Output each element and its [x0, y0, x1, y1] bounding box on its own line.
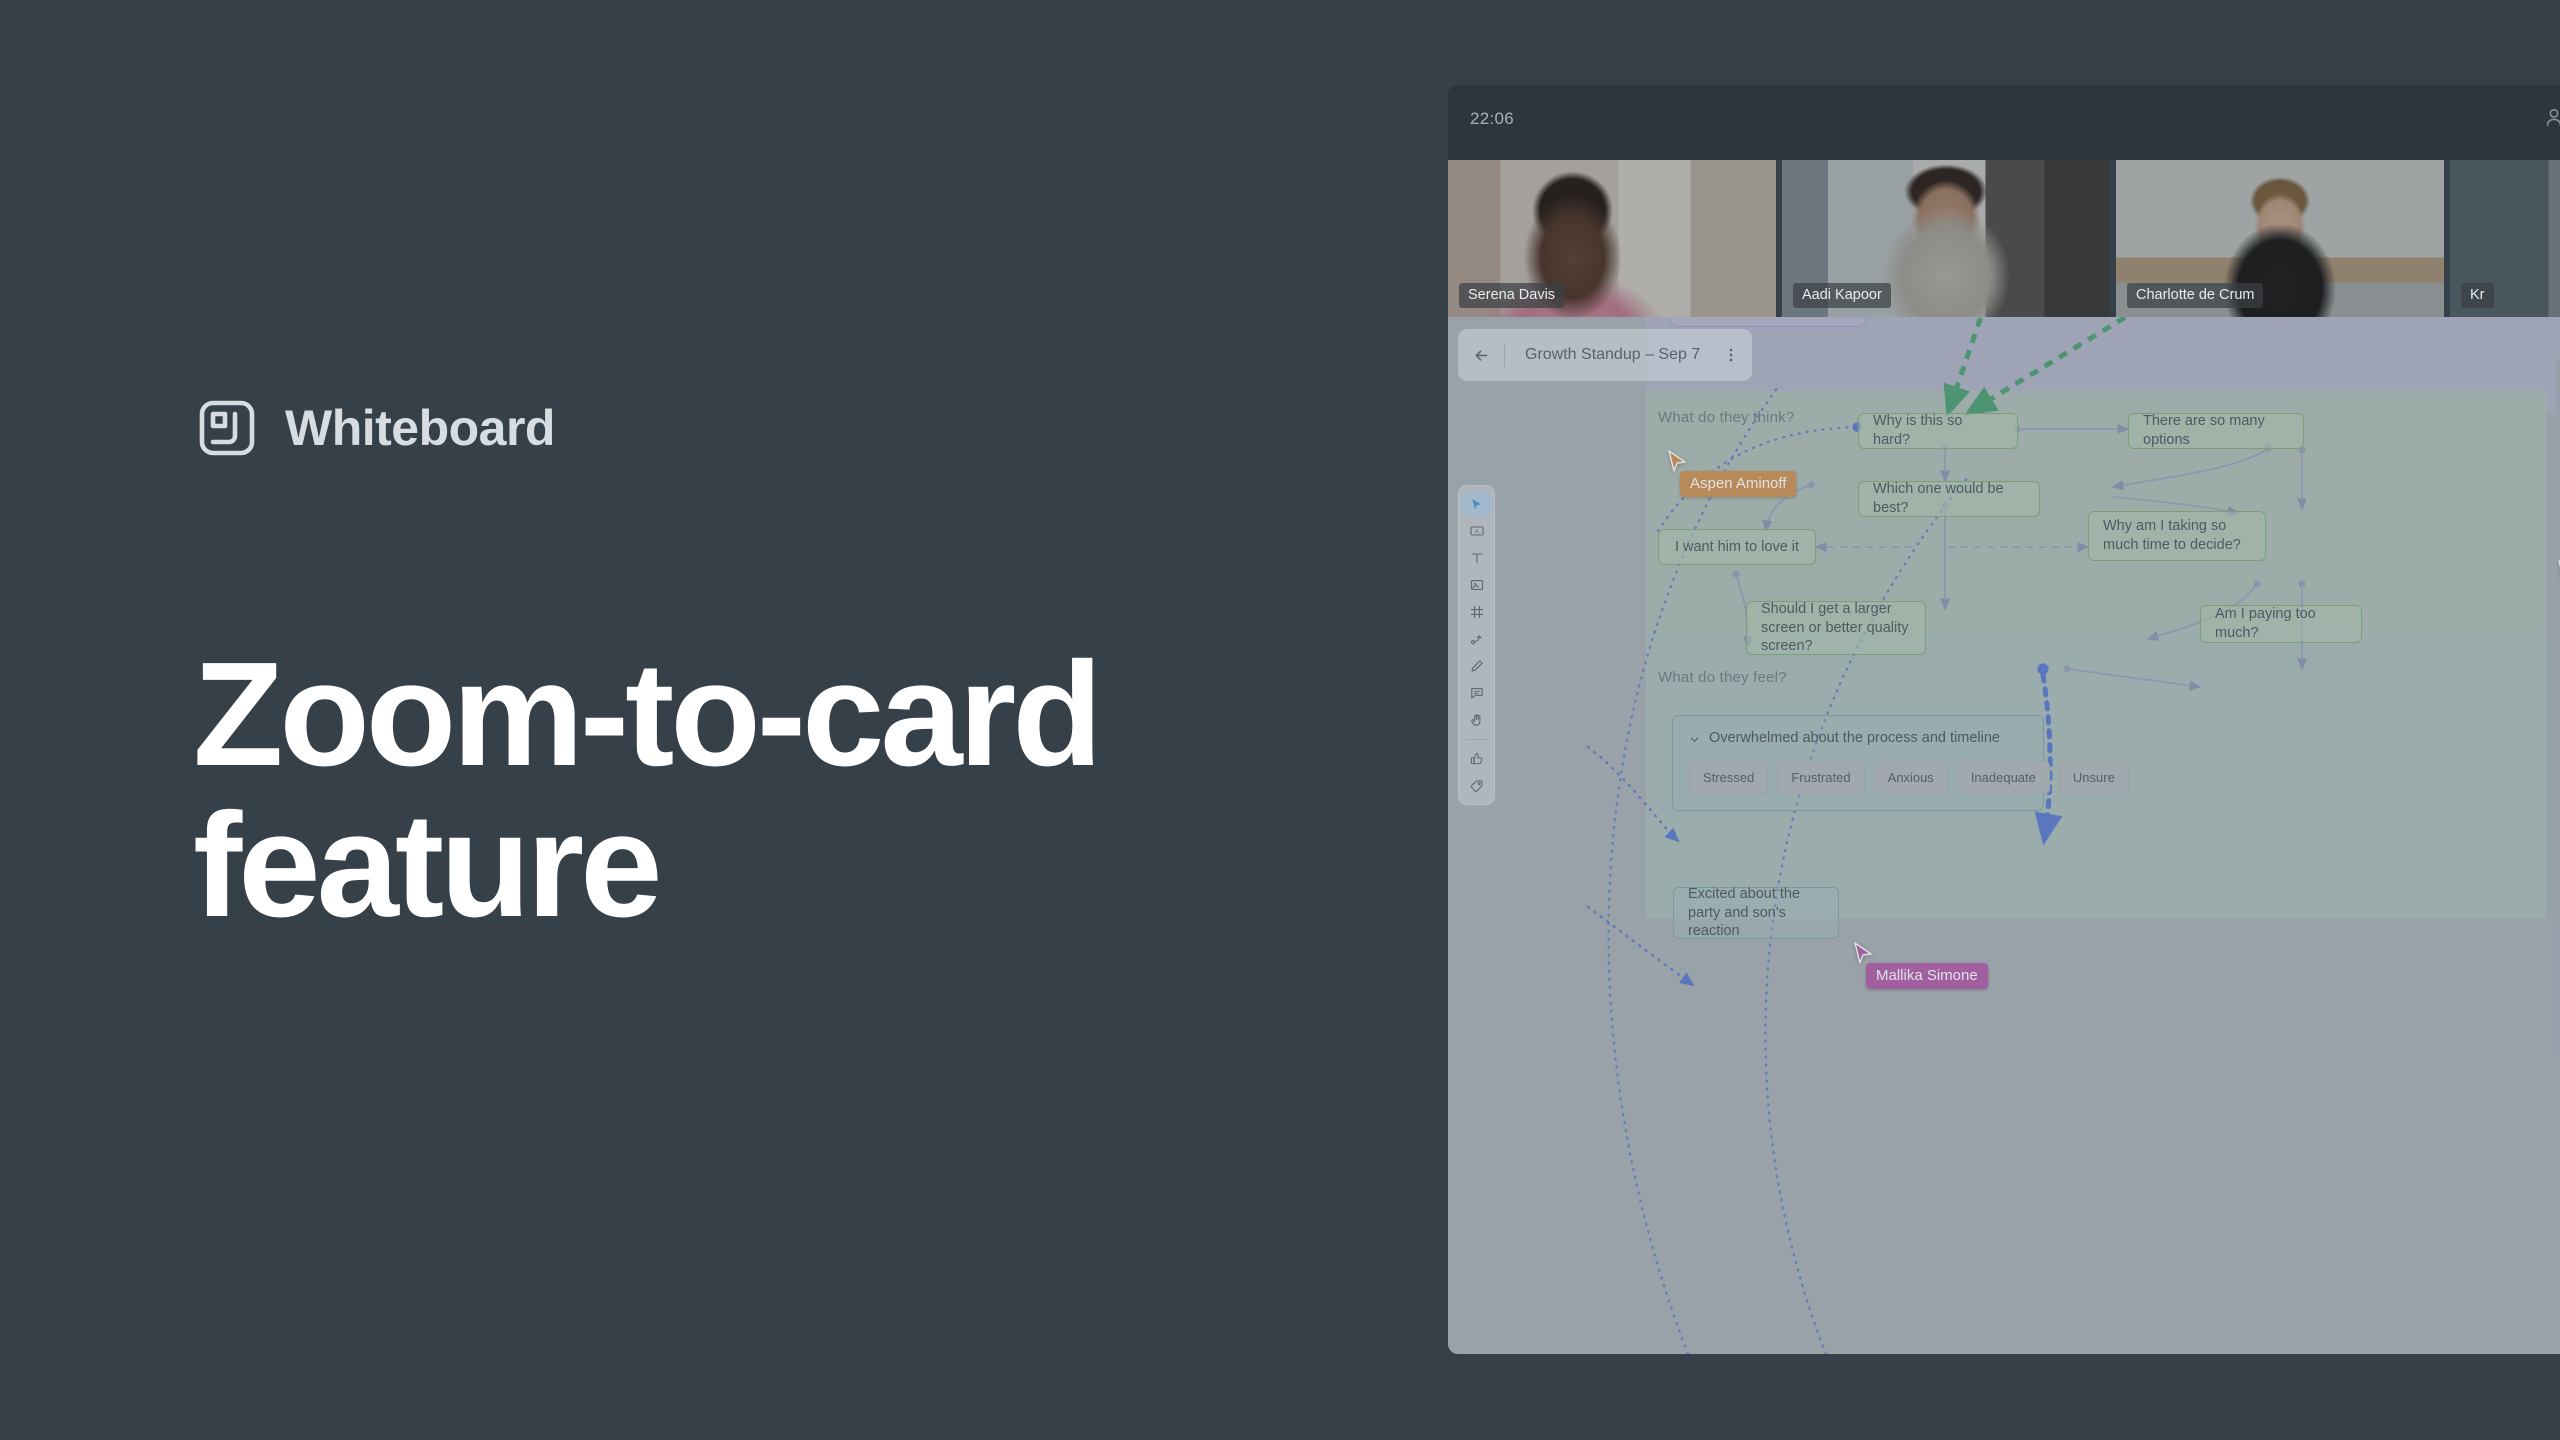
participant-tile[interactable]: Charlotte de Crum	[2116, 160, 2444, 317]
marketing-panel: Whiteboard Zoom-to-card feature	[0, 0, 1450, 1440]
card-group-overwhelmed[interactable]: Overwhelmed about the process and timeli…	[1672, 715, 2129, 811]
card-text: Excited about the party and son's reacti…	[1688, 886, 1801, 940]
emotion-chip[interactable]: Unsure	[2058, 761, 2129, 794]
card-which-one-would-be-best[interactable]: Which one would be best?	[1858, 481, 2040, 517]
card-should-i-get-a-larger-screen[interactable]: Should I get a larger screen or better q…	[1746, 601, 1926, 655]
screenshot-root: Whiteboard Zoom-to-card feature 22:06 22	[0, 0, 2560, 1440]
person-icon	[2543, 105, 2560, 129]
cursor-label: Aspen Aminoff	[1680, 471, 1797, 497]
text-icon	[1469, 550, 1485, 566]
page-title: Zoom-to-card feature	[193, 632, 1103, 948]
tag-icon	[1469, 778, 1485, 794]
frame-grid-icon	[1469, 604, 1485, 620]
select-cursor-icon	[1469, 497, 1484, 512]
tool-card[interactable]: A	[1462, 519, 1492, 543]
emotion-chip[interactable]: Inadequate	[1956, 761, 2050, 794]
hand-icon	[1469, 712, 1485, 728]
board-title[interactable]: Growth Standup – Sep 7	[1509, 346, 1716, 364]
toolbar-divider	[1465, 739, 1488, 740]
participant-tile[interactable]: Aadi Kapoor	[1782, 160, 2110, 317]
card-i-want-him-to-love-it[interactable]: I want him to love it	[1658, 529, 1816, 565]
card-text: I want him to love it	[1674, 538, 1800, 555]
tool-frame[interactable]	[1462, 600, 1492, 624]
card-there-are-so-many-options[interactable]: There are so many options	[2128, 413, 2304, 449]
emotion-chip-list: Stressed Frustrated Anxious Inadequate U…	[1689, 761, 2129, 794]
tool-pen[interactable]	[1462, 654, 1492, 678]
whiteboard-canvas[interactable]: Wh What do they think? What do they feel…	[1448, 317, 2560, 1354]
card-partial-top[interactable]	[1670, 317, 1866, 327]
card-why-am-i-taking-so-much-time[interactable]: Why am I taking so much time to decide?	[2088, 511, 2266, 561]
card-text: Should I get a larger screen or better q…	[1761, 601, 1909, 655]
video-bar-status: 22	[2543, 105, 2560, 129]
tool-tag[interactable]	[1462, 774, 1492, 798]
app-window: 22:06 22 Serena Davis	[1448, 85, 2560, 1354]
participant-tile[interactable]: Kr	[2450, 160, 2560, 317]
frame-label: What do they think?	[1658, 409, 1795, 426]
meeting-clock: 22:06	[1470, 109, 1515, 128]
card-why-is-this-so-hard[interactable]: Why is this so hard?	[1858, 413, 2018, 449]
participant-tile[interactable]: Serena Davis	[1448, 160, 1776, 317]
pen-icon	[1469, 658, 1485, 674]
tool-comment[interactable]	[1462, 681, 1492, 705]
frame-label: What do they feel?	[1658, 669, 1787, 686]
tool-select-cursor[interactable]	[1461, 492, 1492, 516]
collaborator-cursor-ruben: Ruben Gei	[2556, 559, 2560, 590]
video-conference-bar: 22:06 22	[1448, 85, 2560, 160]
connector-icon	[1469, 631, 1485, 647]
board-toolbar: A	[1458, 485, 1495, 805]
brand-name: Whiteboard	[285, 400, 555, 456]
thumbs-up-icon	[1469, 751, 1485, 767]
image-icon	[1469, 577, 1485, 593]
participant-name: Kr	[2461, 283, 2494, 308]
back-arrow-icon[interactable]	[1462, 336, 1500, 374]
tool-image[interactable]	[1462, 573, 1492, 597]
emotion-chip[interactable]: Stressed	[1689, 761, 1769, 794]
participant-name: Serena Davis	[1459, 283, 1565, 308]
card-text: Why is this so hard?	[1873, 413, 1963, 448]
svg-text:A: A	[1474, 529, 1478, 535]
card-icon: A	[1469, 523, 1485, 539]
card-text: Why am I taking so much time to decide?	[2103, 518, 2241, 553]
cursor-arrow-icon	[2556, 560, 2560, 589]
tool-text[interactable]	[1462, 546, 1492, 570]
divider	[1504, 343, 1505, 367]
card-text: There are so many options	[2143, 413, 2265, 448]
participant-name: Aadi Kapoor	[1793, 283, 1891, 308]
comment-icon	[1469, 685, 1485, 701]
card-group-title: Overwhelmed about the process and timeli…	[1709, 730, 2000, 746]
frame-right-partial	[2556, 357, 2560, 1057]
card-group-header[interactable]: Overwhelmed about the process and timeli…	[1689, 730, 2027, 746]
emotion-chip[interactable]: Frustrated	[1777, 761, 1865, 794]
whiteboard-logo-icon	[199, 400, 255, 456]
kebab-menu-icon[interactable]	[1716, 336, 1746, 374]
collaborator-cursor-mallika: Mallika Simone	[1852, 941, 1988, 989]
card-excited-about-the-party[interactable]: Excited about the party and son's reacti…	[1673, 886, 1839, 940]
chevron-down-icon[interactable]	[1689, 733, 1700, 744]
card-text: Am I paying too much?	[2215, 606, 2316, 641]
brand-lockup: Whiteboard	[199, 400, 555, 456]
participant-tiles: Serena Davis Aadi Kapoor Charlotte de Cr…	[1448, 160, 2560, 317]
participant-name: Charlotte de Crum	[2127, 283, 2264, 308]
tool-react[interactable]	[1462, 747, 1492, 771]
tool-hand[interactable]	[1462, 708, 1492, 732]
cursor-label: Mallika Simone	[1866, 963, 1988, 989]
collaborator-cursor-aspen: Aspen Aminoff	[1666, 449, 1797, 497]
emotion-chip[interactable]: Anxious	[1873, 761, 1948, 794]
card-am-i-paying-too-much[interactable]: Am I paying too much?	[2200, 605, 2362, 643]
board-title-bar: Growth Standup – Sep 7	[1458, 329, 1753, 381]
tool-connector[interactable]	[1462, 627, 1492, 651]
card-text: Which one would be best?	[1873, 481, 2004, 516]
